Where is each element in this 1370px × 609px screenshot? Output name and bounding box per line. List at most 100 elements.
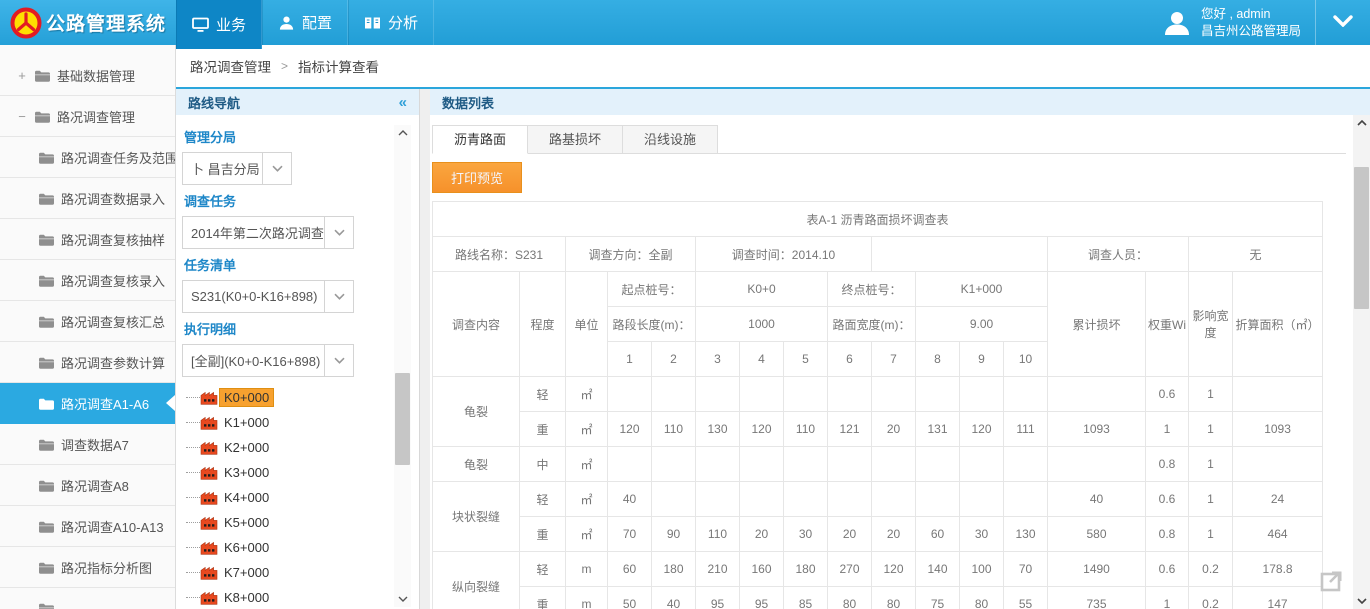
chevron-down-icon[interactable] — [324, 217, 353, 248]
scroll-up-icon[interactable] — [1353, 115, 1370, 131]
value-cell: 60 — [608, 552, 652, 587]
expander-icon[interactable]: − — [16, 109, 28, 124]
value-cell — [608, 447, 652, 482]
value-cell — [960, 377, 1004, 412]
sidebar-item-路况调查A8[interactable]: 路况调查A8 — [0, 465, 175, 506]
dropdown-1[interactable]: 2014年第二次路况调查 — [182, 216, 354, 249]
value-cell — [784, 447, 828, 482]
scroll-down-icon[interactable] — [394, 591, 411, 607]
sidebar-item-调查数据A7[interactable]: 调查数据A7 — [0, 424, 175, 465]
user-menu-toggle[interactable] — [1316, 0, 1370, 45]
sidebar-item-路况指标分析图[interactable]: 路况指标分析图 — [0, 547, 175, 588]
nav-tab-config[interactable]: 配置 — [262, 0, 348, 45]
value-cell: 20 — [740, 517, 784, 552]
folder-icon — [38, 601, 55, 609]
damage-type-cell: 纵向裂缝 — [433, 552, 520, 609]
user-box[interactable]: 您好 , admin 昌吉州公路管理局 — [1147, 0, 1315, 45]
value-cell — [608, 377, 652, 412]
sidebar-item-label: 路况调查参数计算 — [61, 353, 165, 372]
table-header-row-1: 调查内容程度单位起点桩号：K0+0终点桩号：K1+000累计损坏权重Wi影响宽度… — [433, 272, 1323, 307]
chevron-down-icon[interactable] — [324, 281, 353, 312]
collapse-panel-icon[interactable]: « — [399, 94, 407, 111]
dropdown-2[interactable]: S231(K0+0-K16+898) — [182, 280, 354, 313]
tree-item-K5+000[interactable]: K5+000 — [182, 510, 419, 535]
value-cell: 30 — [784, 517, 828, 552]
print-preview-button[interactable]: 打印预览 — [432, 162, 522, 193]
tree-item-K1+000[interactable]: K1+000 — [182, 410, 419, 435]
tree-item-K0+000[interactable]: K0+000 — [182, 385, 419, 410]
value-cell: 90 — [652, 517, 696, 552]
popout-icon[interactable] — [1318, 567, 1346, 595]
influence-cell: 0.2 — [1189, 552, 1233, 587]
station-tree: K0+000K1+000K2+000K3+000K4+000K5+000K6+0… — [182, 385, 419, 609]
scroll-thumb[interactable] — [395, 373, 410, 465]
sidebar-item-路况调查复核汇总[interactable]: 路况调查复核汇总 — [0, 301, 175, 342]
sidebar-item-路况调查管理[interactable]: − 路况调查管理 — [0, 96, 175, 137]
tree-item-K7+000[interactable]: K7+000 — [182, 560, 419, 585]
tree-item-K2+000[interactable]: K2+000 — [182, 435, 419, 460]
data-list-scrollbar[interactable] — [1353, 115, 1370, 609]
sidebar-item-label: 路况调查复核抽样 — [61, 230, 165, 249]
sidebar-item-label: 路况调查管理 — [57, 107, 135, 126]
chevron-down-icon[interactable] — [324, 345, 353, 376]
weight-cell: 1 — [1146, 412, 1189, 447]
nav-tab-analysis[interactable]: 分析 — [348, 0, 434, 45]
breadcrumb-item-parent[interactable]: 路况调查管理 — [190, 56, 271, 76]
field-label-1: 调查任务 — [184, 191, 419, 210]
scroll-up-icon[interactable] — [394, 125, 411, 141]
nav-tab-business[interactable]: 业务 — [176, 0, 262, 49]
value-cell: 110 — [696, 517, 740, 552]
expander-icon[interactable]: + — [16, 68, 28, 83]
route-nav-scrollbar[interactable] — [394, 125, 411, 607]
value-cell: 110 — [652, 412, 696, 447]
value-cell — [784, 482, 828, 517]
data-list-header: 数据列表 — [430, 89, 1370, 115]
tab-沥青路面[interactable]: 沥青路面 — [432, 125, 528, 154]
segment-col-header: 9 — [960, 342, 1004, 377]
sidebar-item-路况调查复核抽样[interactable]: 路况调查复核抽样 — [0, 219, 175, 260]
dropdown-0[interactable]: 卜 昌吉分局 — [182, 152, 292, 185]
scroll-down-icon[interactable] — [1353, 593, 1370, 609]
sidebar-item-路况调查任务及范围[interactable]: 路况调查任务及范围 — [0, 137, 175, 178]
table-title-row: 表A-1 沥青路面损坏调查表 — [433, 202, 1323, 237]
dropdown-3[interactable]: [全副](K0+0-K16+898) — [182, 344, 354, 377]
tab-路基损坏[interactable]: 路基损坏 — [528, 125, 623, 154]
sidebar-item-路况调查A10-A13[interactable]: 路况调查A10-A13 — [0, 506, 175, 547]
segment-col-header: 5 — [784, 342, 828, 377]
segment-col-header: 6 — [828, 342, 872, 377]
survey-time-cell: 调查时间：2014.10 — [696, 237, 872, 272]
sidebar-item-路况调查复核录入[interactable]: 路况调查复核录入 — [0, 260, 175, 301]
surveyor-value-cell: 无 — [1189, 237, 1323, 272]
damage-type-cell: 龟裂 — [433, 447, 520, 482]
tree-item-K6+000[interactable]: K6+000 — [182, 535, 419, 560]
value-cell — [652, 482, 696, 517]
total-cell: 40 — [1048, 482, 1146, 517]
tree-item-K3+000[interactable]: K3+000 — [182, 460, 419, 485]
area-cell: 178.8 — [1233, 552, 1323, 587]
top-nav: 业务配置分析 — [176, 0, 434, 45]
sidebar-item-基础数据管理[interactable]: +基础数据管理 — [0, 55, 175, 96]
factory-icon — [200, 441, 218, 455]
sidebar-item-partial[interactable] — [0, 588, 175, 609]
scroll-thumb[interactable] — [1354, 167, 1369, 309]
tree-item-label: K7+000 — [219, 563, 274, 582]
sidebar-item-路况调查A1-A6[interactable]: 路况调查A1-A6 — [0, 383, 175, 424]
total-cell: 1093 — [1048, 412, 1146, 447]
value-cell: 95 — [696, 587, 740, 609]
factory-icon — [200, 416, 218, 430]
degree-cell: 轻 — [520, 482, 566, 517]
tree-item-K4+000[interactable]: K4+000 — [182, 485, 419, 510]
table-row: 纵向裂缝轻m601802101601802701201401007014900.… — [433, 552, 1323, 587]
influence-cell: 0.2 — [1189, 587, 1233, 609]
value-cell: 131 — [916, 412, 960, 447]
value-cell: 50 — [608, 587, 652, 609]
sidebar-item-路况调查参数计算[interactable]: 路况调查参数计算 — [0, 342, 175, 383]
table-row: 块状裂缝轻㎡40400.6124 — [433, 482, 1323, 517]
chevron-down-icon[interactable] — [262, 153, 291, 184]
value-cell — [960, 482, 1004, 517]
tab-沿线设施[interactable]: 沿线设施 — [623, 125, 718, 154]
sidebar-item-路况调查数据录入[interactable]: 路况调查数据录入 — [0, 178, 175, 219]
tree-item-label: K8+000 — [219, 588, 274, 607]
tree-item-K8+000[interactable]: K8+000 — [182, 585, 419, 609]
total-cell — [1048, 377, 1146, 412]
